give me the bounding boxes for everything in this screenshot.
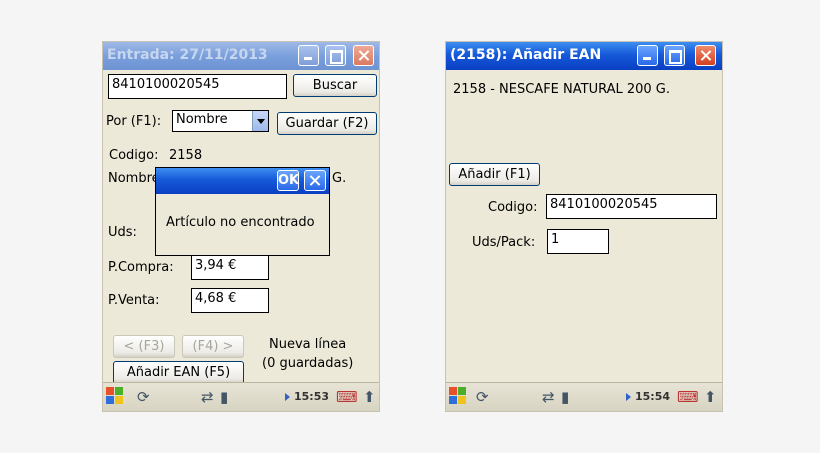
taskbar: ⟳ ⇄ ▮ 15:54 ⌨ ⬆ [446, 382, 722, 411]
search-by-select[interactable]: Nombre [172, 110, 269, 132]
dialog-message: Artículo no encontrado [166, 215, 315, 230]
add-ean-window: (2158): Añadir EAN 2158 - NESCAFE NATURA… [445, 41, 723, 412]
windows-start-icon[interactable] [448, 386, 468, 406]
clock: 15:54 [635, 390, 671, 403]
up-arrow-icon[interactable]: ⬆ [704, 388, 717, 406]
connectivity-icon[interactable]: ⇄ [542, 388, 555, 406]
units-pack-label: Uds/Pack: [472, 235, 536, 250]
maximize-icon [665, 46, 684, 65]
sale-price-label: P.Venta: [108, 293, 160, 308]
search-by-value: Nombre [176, 112, 228, 127]
minimize-icon [638, 46, 657, 65]
name-label: Nombre [108, 171, 160, 186]
keyboard-icon[interactable]: ⌨ [677, 388, 699, 406]
connectivity-icon[interactable]: ⇄ [201, 388, 214, 406]
purchase-price-label: P.Compra: [108, 260, 174, 275]
window-title: Entrada: 27/11/2013 [107, 47, 268, 63]
sync-icon[interactable]: ⟳ [137, 388, 150, 406]
previous-button[interactable]: < (F3) [113, 335, 175, 358]
sync-icon[interactable]: ⟳ [476, 388, 489, 406]
entry-window: Entrada: 27/11/2013 8410100020545 Buscar… [102, 41, 380, 412]
windows-start-icon[interactable] [105, 386, 125, 406]
units-pack-input[interactable]: 1 [547, 229, 609, 254]
maximize-button[interactable] [664, 45, 685, 66]
barcode-input[interactable]: 8410100020545 [108, 74, 287, 99]
close-icon [696, 46, 715, 65]
close-icon [354, 46, 373, 65]
title-bar: (2158): Añadir EAN [446, 42, 722, 70]
minimize-button[interactable] [298, 45, 319, 66]
maximize-icon [326, 46, 345, 65]
keyboard-icon[interactable]: ⌨ [336, 388, 358, 406]
minimize-icon [299, 46, 318, 65]
search-button[interactable]: Buscar [293, 74, 377, 97]
add-ean-button[interactable]: Añadir EAN (F5) [113, 361, 244, 384]
tray-arrow-icon[interactable] [626, 393, 631, 401]
title-bar: Entrada: 27/11/2013 [103, 42, 379, 70]
chevron-down-icon[interactable] [252, 111, 268, 131]
tray-arrow-icon[interactable] [285, 393, 290, 401]
battery-icon[interactable]: ▮ [220, 388, 228, 406]
battery-icon[interactable]: ▮ [561, 388, 569, 406]
name-value: G. [332, 171, 347, 186]
not-found-dialog: OK Artículo no encontrado [155, 167, 330, 256]
code-label: Codigo: [488, 200, 538, 215]
sale-price-input[interactable]: 4,68 € [191, 288, 269, 313]
clock: 15:53 [294, 390, 330, 403]
maximize-button[interactable] [325, 45, 346, 66]
add-button[interactable]: Añadir (F1) [449, 163, 540, 186]
minimize-button[interactable] [637, 45, 658, 66]
dialog-close-button[interactable] [304, 170, 326, 191]
purchase-price-input[interactable]: 3,94 € [191, 255, 269, 280]
units-label: Uds: [108, 225, 137, 240]
close-button[interactable] [695, 45, 716, 66]
saved-count-label: (0 guardadas) [262, 356, 354, 371]
up-arrow-icon[interactable]: ⬆ [363, 388, 376, 406]
code-label: Codigo: [109, 148, 159, 163]
window-title: (2158): Añadir EAN [450, 47, 602, 63]
dialog-title-bar: OK [156, 168, 329, 194]
code-input[interactable]: 8410100020545 [546, 194, 717, 219]
ok-button[interactable]: OK [277, 170, 299, 191]
taskbar: ⟳ ⇄ ▮ 15:53 ⌨ ⬆ [103, 382, 379, 411]
search-by-label: Por (F1): [106, 114, 162, 129]
next-button[interactable]: (F4) > [182, 335, 244, 358]
save-button[interactable]: Guardar (F2) [277, 112, 377, 135]
close-button[interactable] [353, 45, 374, 66]
product-line: 2158 - NESCAFE NATURAL 200 G. [453, 82, 671, 97]
code-value: 2158 [169, 148, 203, 163]
new-line-label: Nueva línea [269, 337, 347, 352]
